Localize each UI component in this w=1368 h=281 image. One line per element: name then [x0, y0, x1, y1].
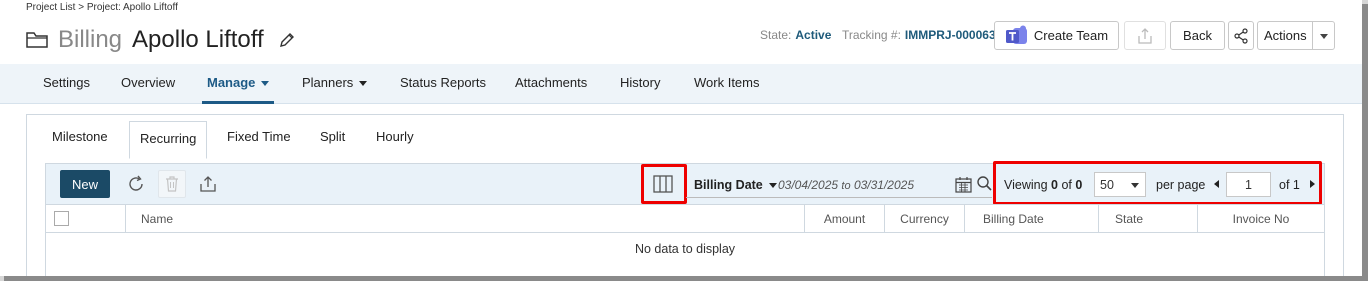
main-nav: Settings Overview Manage Planners Status…: [0, 64, 1362, 104]
prev-page-icon[interactable]: [1214, 180, 1219, 188]
empty-message: No data to display: [634, 242, 736, 256]
nav-settings[interactable]: Settings: [43, 75, 90, 90]
folder-icon: [26, 32, 48, 48]
state-value: Active: [795, 28, 832, 42]
nav-history[interactable]: History: [620, 75, 660, 90]
share-button[interactable]: [1228, 21, 1254, 50]
refresh-icon[interactable]: [126, 174, 146, 194]
chevron-down-icon: [261, 81, 270, 87]
create-team-button[interactable]: Create Team: [994, 21, 1119, 50]
date-range-field[interactable]: 03/04/2025 to 03/31/2025: [778, 178, 914, 192]
calendar-icon[interactable]: [955, 176, 972, 193]
col-name[interactable]: Name: [125, 205, 804, 232]
teams-icon: [1005, 25, 1027, 44]
actions-dropdown[interactable]: Actions: [1257, 21, 1335, 50]
share-icon: [1234, 27, 1248, 44]
nav-active-indicator: [202, 101, 274, 104]
share-upload-icon: [1138, 27, 1152, 44]
next-page-icon[interactable]: [1310, 180, 1315, 188]
tracking-value: IMMPRJ-000063: [904, 28, 996, 42]
billing-grid: New Billing Date 03/04/2025 to 03/31/202…: [45, 161, 1325, 276]
viewing-total: 0: [1075, 178, 1083, 192]
per-page-label: per page: [1156, 178, 1206, 192]
tab-split[interactable]: Split: [320, 129, 345, 144]
date-range-underline: [686, 197, 992, 198]
grid-toolbar: New Billing Date 03/04/2025 to 03/31/202…: [46, 161, 1324, 205]
tab-recurring[interactable]: Recurring: [129, 121, 208, 159]
trash-icon: [166, 176, 178, 192]
viewing-count: Viewing 0 of 0: [1004, 178, 1082, 192]
new-button[interactable]: New: [60, 170, 110, 198]
select-all-checkbox[interactable]: [54, 211, 69, 226]
tracking-label: Tracking #:: [842, 28, 901, 42]
chevron-down-icon: [359, 81, 368, 87]
app-frame: Project List > Project: Apollo Liftoff B…: [0, 0, 1362, 276]
tab-milestone[interactable]: Milestone: [52, 129, 108, 144]
page-number-input[interactable]: 1: [1226, 172, 1271, 197]
back-label: Back: [1183, 28, 1212, 43]
tab-hourly[interactable]: Hourly: [376, 129, 414, 144]
page-of-label: of 1: [1279, 178, 1300, 192]
nav-work-items[interactable]: Work Items: [694, 75, 760, 90]
title-name: Apollo Liftoff: [132, 26, 264, 53]
create-team-label: Create Team: [1033, 28, 1109, 43]
date-to: 03/31/2025: [853, 178, 914, 192]
page-title: Billing Apollo Liftoff: [26, 26, 296, 54]
date-from: 03/04/2025: [778, 178, 839, 192]
actions-label: Actions: [1264, 28, 1307, 43]
per-page-select[interactable]: 50: [1094, 172, 1146, 197]
per-page-value: 50: [1100, 178, 1114, 192]
title-kind: Billing: [58, 26, 123, 53]
export-icon[interactable]: [198, 174, 218, 194]
col-billing-date[interactable]: Billing Date: [964, 205, 1098, 232]
nav-overview[interactable]: Overview: [121, 75, 175, 90]
viewing-of-word: of: [1061, 178, 1072, 192]
col-amount[interactable]: Amount: [804, 205, 884, 232]
date-filter-label: Billing Date: [694, 178, 763, 192]
state-label: State:: [760, 28, 792, 42]
table-header: Name Amount Currency Billing Date State …: [46, 204, 1324, 233]
chevron-down-icon: [1320, 34, 1328, 39]
search-icon[interactable]: [976, 175, 993, 193]
back-button[interactable]: Back: [1170, 21, 1225, 50]
delete-button[interactable]: [158, 170, 186, 198]
chevron-down-icon: [1131, 183, 1139, 188]
tracking-meta: Tracking #: IMMPRJ-000063: [842, 28, 996, 42]
tab-fixed-time[interactable]: Fixed Time: [227, 129, 291, 144]
nav-planners[interactable]: Planners: [302, 75, 368, 90]
nav-planners-label: Planners: [302, 75, 354, 90]
viewing-label: Viewing: [1004, 178, 1048, 192]
col-invoice-no[interactable]: Invoice No: [1197, 205, 1324, 232]
billing-panel: Milestone Recurring Fixed Time Split Hou…: [26, 114, 1344, 276]
chevron-down-icon: [768, 183, 777, 189]
nav-status-reports[interactable]: Status Reports: [400, 75, 486, 90]
columns-icon[interactable]: [653, 175, 673, 193]
date-filter-dropdown[interactable]: Billing Date: [694, 178, 777, 192]
date-to-word: to: [841, 180, 851, 192]
breadcrumb[interactable]: Project List > Project: Apollo Liftoff: [26, 2, 178, 13]
upload-button[interactable]: [1124, 21, 1166, 50]
state-meta: State: Active: [760, 28, 831, 42]
col-state[interactable]: State: [1098, 205, 1197, 232]
col-currency[interactable]: Currency: [884, 205, 964, 232]
nav-manage-label: Manage: [207, 75, 256, 90]
nav-manage[interactable]: Manage: [207, 75, 270, 90]
nav-attachments[interactable]: Attachments: [515, 75, 587, 90]
pencil-icon[interactable]: [278, 31, 296, 49]
viewing-from: 0: [1051, 178, 1058, 192]
